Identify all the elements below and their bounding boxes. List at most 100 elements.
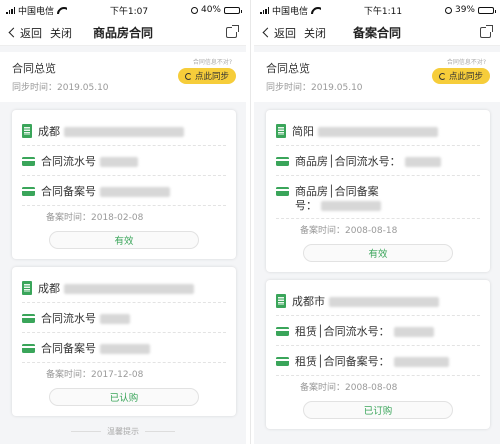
status-badge[interactable]: 已认购 bbox=[49, 388, 199, 406]
rotation-lock-icon bbox=[190, 6, 198, 14]
flow-number-label: 商品房│合同流水号： bbox=[295, 155, 401, 168]
contract-card[interactable]: 成都市 租赁│合同流水号： 租赁│合同备案号： 备案时间：2008-08-08 … bbox=[266, 280, 490, 429]
status-time: 下午1:07 bbox=[109, 6, 149, 17]
flow-number-row: 商品房│合同流水号： bbox=[276, 146, 480, 176]
filing-date: 备案时间：2018-02-08 bbox=[46, 213, 144, 223]
card-title-row: 简阳 bbox=[276, 116, 480, 146]
sync-button[interactable]: 点此同步 bbox=[431, 68, 490, 84]
redacted-text bbox=[64, 284, 194, 294]
filing-number-label: 租赁│合同备案号： bbox=[295, 355, 390, 368]
battery-icon bbox=[224, 6, 242, 14]
filing-number-row: 商品房│合同备案 号： bbox=[276, 176, 480, 219]
card-icon bbox=[276, 187, 289, 196]
filing-number-label: 合同备案号 bbox=[41, 185, 96, 198]
contract-card[interactable]: 简阳 商品房│合同流水号： 商品房│合同备案 号： 备案时间：2008-08-18… bbox=[266, 110, 490, 272]
overview-hint: 合同信息不对? bbox=[192, 59, 232, 66]
card-icon bbox=[22, 157, 35, 166]
status-time: 下午1:11 bbox=[363, 6, 403, 17]
building-icon bbox=[22, 281, 32, 295]
status-badge[interactable]: 有效 bbox=[49, 231, 199, 249]
left-screen: 中国电信 下午1:07 40% 返回 关闭 商品房合同 合同总览 同步时间：20… bbox=[0, 0, 246, 444]
sync-button-label: 点此同步 bbox=[194, 72, 229, 82]
share-icon[interactable] bbox=[226, 25, 239, 38]
redacted-text bbox=[393, 357, 449, 367]
battery-icon bbox=[478, 6, 496, 14]
redacted-text bbox=[404, 157, 441, 167]
refresh-icon bbox=[438, 72, 446, 80]
building-icon bbox=[276, 124, 286, 138]
flow-number-label: 合同流水号 bbox=[41, 155, 96, 168]
contract-overview: 合同总览 同步时间：2019.05.10 合同信息不对? 点此同步 bbox=[254, 52, 500, 102]
redacted-text bbox=[329, 297, 439, 307]
status-bar: 中国电信 下午1:07 40% bbox=[0, 0, 246, 20]
signal-icon bbox=[6, 6, 15, 14]
carrier-label: 中国电信 bbox=[18, 6, 55, 17]
battery-percent: 40% bbox=[200, 5, 221, 15]
card-title: 成都 bbox=[38, 282, 60, 295]
card-title: 成都市 bbox=[292, 295, 325, 308]
redacted-text bbox=[100, 187, 170, 197]
flow-number-label: 合同流水号 bbox=[41, 312, 96, 325]
card-icon bbox=[276, 157, 289, 166]
filing-date: 备案时间：2008-08-08 bbox=[300, 383, 398, 393]
contract-overview: 合同总览 同步时间：2019.05.10 合同信息不对? 点此同步 bbox=[0, 52, 246, 102]
close-button[interactable]: 关闭 bbox=[50, 25, 72, 41]
redacted-text bbox=[100, 314, 130, 324]
wifi-icon bbox=[311, 7, 321, 14]
filing-number-row: 合同备案号 bbox=[22, 333, 226, 363]
filing-number-label: 合同备案号 bbox=[41, 342, 96, 355]
screen-divider bbox=[250, 0, 251, 444]
card-title-row: 成都 bbox=[22, 273, 226, 303]
card-icon bbox=[276, 357, 289, 366]
battery-percent: 39% bbox=[454, 5, 475, 15]
signal-icon bbox=[260, 6, 269, 14]
rotation-lock-icon bbox=[444, 6, 452, 14]
card-icon bbox=[22, 344, 35, 353]
back-label: 返回 bbox=[274, 26, 296, 40]
card-icon bbox=[276, 327, 289, 336]
filing-date: 备案时间：2017-12-08 bbox=[46, 370, 144, 380]
back-button[interactable]: 返回 bbox=[8, 25, 42, 41]
redacted-text bbox=[318, 127, 438, 137]
nav-bar: 返回 关闭 备案合同 bbox=[254, 20, 500, 46]
carrier-label: 中国电信 bbox=[272, 6, 309, 17]
card-icon bbox=[22, 314, 35, 323]
card-title-row: 成都 bbox=[22, 116, 226, 146]
filing-number-label: 商品房│合同备案 bbox=[295, 185, 379, 198]
chevron-left-icon bbox=[8, 27, 19, 38]
flow-number-row: 合同流水号 bbox=[22, 146, 226, 176]
back-button[interactable]: 返回 bbox=[262, 25, 296, 41]
sync-button[interactable]: 点此同步 bbox=[177, 68, 236, 84]
contract-card[interactable]: 成都 合同流水号 合同备案号 备案时间：2017-12-08 已认购 bbox=[12, 267, 236, 416]
nav-bar: 返回 关闭 商品房合同 bbox=[0, 20, 246, 46]
wifi-icon bbox=[57, 7, 67, 14]
chevron-left-icon bbox=[262, 27, 273, 38]
redacted-text bbox=[393, 327, 434, 337]
status-badge[interactable]: 已订购 bbox=[303, 401, 453, 419]
card-title: 成都 bbox=[38, 125, 60, 138]
filing-number-label-cont: 号： bbox=[295, 199, 317, 212]
status-badge[interactable]: 有效 bbox=[303, 244, 453, 262]
flow-number-label: 租赁│合同流水号： bbox=[295, 325, 390, 338]
tip-heading: 温馨提示 bbox=[0, 426, 246, 437]
close-button[interactable]: 关闭 bbox=[304, 25, 326, 41]
contract-card[interactable]: 成都 合同流水号 合同备案号 备案时间：2018-02-08 有效 bbox=[12, 110, 236, 259]
sync-button-label: 点此同步 bbox=[448, 72, 483, 82]
card-icon bbox=[22, 187, 35, 196]
redacted-text bbox=[100, 157, 138, 167]
filing-number-row: 合同备案号 bbox=[22, 176, 226, 206]
flow-number-row: 租赁│合同流水号： bbox=[276, 316, 480, 346]
redacted-text bbox=[64, 127, 184, 137]
refresh-icon bbox=[184, 72, 192, 80]
filing-number-row: 租赁│合同备案号： bbox=[276, 346, 480, 376]
card-title: 简阳 bbox=[292, 125, 314, 138]
redacted-text bbox=[321, 201, 381, 211]
status-bar: 中国电信 下午1:11 39% bbox=[254, 0, 500, 20]
building-icon bbox=[276, 294, 286, 308]
card-title-row: 成都市 bbox=[276, 286, 480, 316]
back-label: 返回 bbox=[20, 26, 42, 40]
right-screen: 中国电信 下午1:11 39% 返回 关闭 备案合同 合同总览 同步时间：201… bbox=[254, 0, 500, 444]
share-icon[interactable] bbox=[480, 25, 493, 38]
flow-number-row: 合同流水号 bbox=[22, 303, 226, 333]
building-icon bbox=[22, 124, 32, 138]
